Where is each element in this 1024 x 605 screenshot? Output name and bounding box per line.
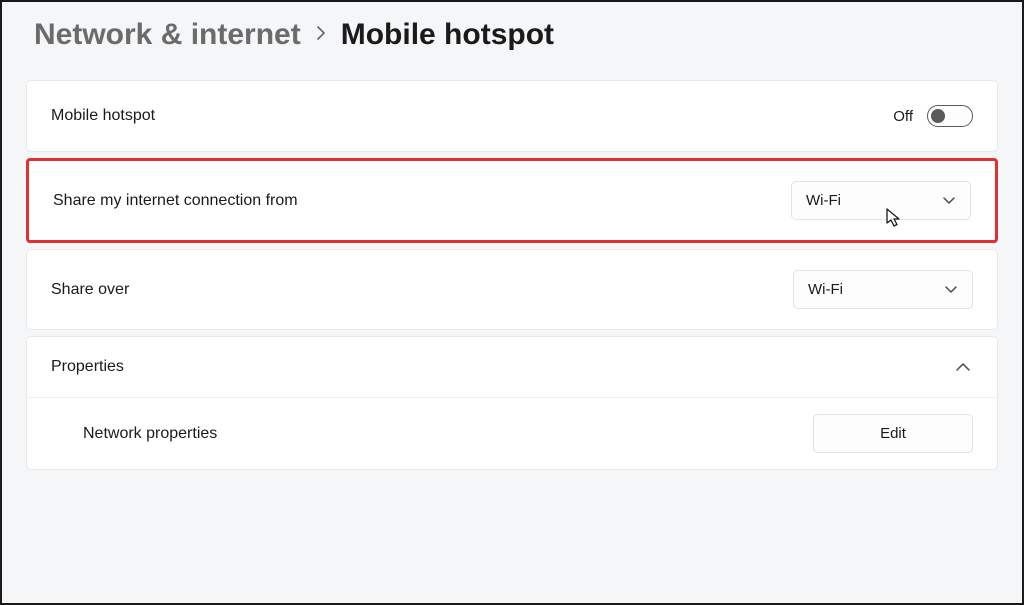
share-from-label: Share my internet connection from	[53, 192, 298, 210]
properties-expander-header[interactable]: Properties	[27, 337, 997, 398]
chevron-right-icon	[315, 24, 327, 47]
network-properties-label: Network properties	[51, 425, 217, 443]
hotspot-toggle[interactable]	[927, 105, 973, 127]
hotspot-toggle-card: Mobile hotspot Off	[26, 80, 998, 152]
properties-card: Properties Network properties Edit	[26, 336, 998, 470]
hotspot-label: Mobile hotspot	[51, 107, 155, 125]
share-over-dropdown[interactable]: Wi-Fi	[793, 270, 973, 309]
share-from-value: Wi-Fi	[806, 192, 841, 209]
share-over-label: Share over	[51, 281, 129, 299]
share-from-dropdown[interactable]: Wi-Fi	[791, 181, 971, 220]
share-over-value: Wi-Fi	[808, 281, 843, 298]
chevron-up-icon	[953, 357, 973, 377]
edit-button[interactable]: Edit	[813, 414, 973, 453]
chevron-down-icon	[942, 196, 956, 206]
share-from-card: Share my internet connection from Wi-Fi	[26, 158, 998, 243]
page-title: Mobile hotspot	[341, 18, 554, 52]
breadcrumb: Network & internet Mobile hotspot	[26, 18, 998, 52]
share-over-card: Share over Wi-Fi	[26, 249, 998, 330]
properties-label: Properties	[51, 358, 124, 376]
chevron-down-icon	[944, 285, 958, 295]
breadcrumb-parent[interactable]: Network & internet	[34, 18, 301, 52]
toggle-knob-icon	[931, 109, 945, 123]
toggle-state-text: Off	[893, 108, 913, 125]
